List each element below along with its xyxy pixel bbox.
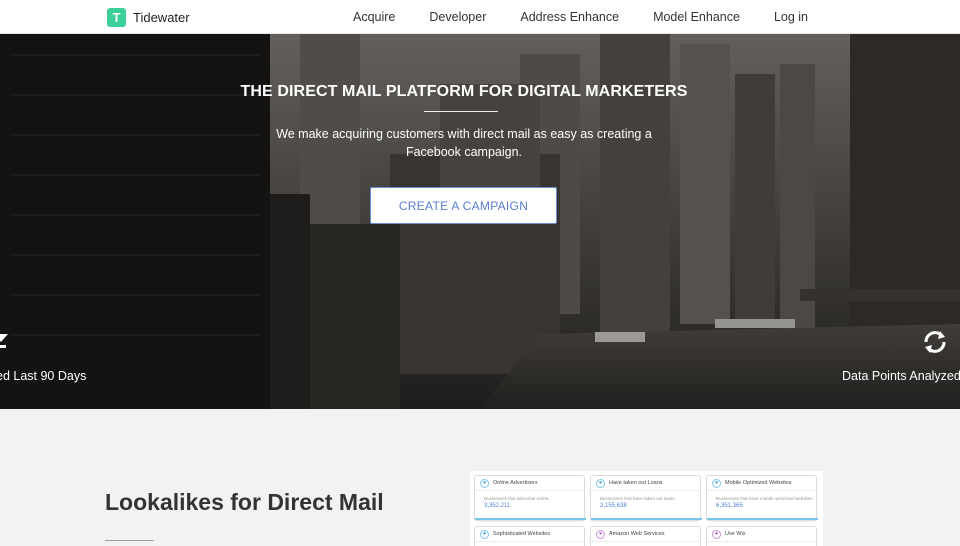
nav-link-log-in[interactable]: Log in (774, 10, 808, 24)
lookalikes-section: Lookalikes for Direct Mail ● Online Adve… (0, 409, 960, 546)
card-title: Have taken out Loans (609, 480, 663, 486)
refresh-icon (924, 331, 946, 353)
hero-subtitle: We make acquiring customers with direct … (276, 127, 652, 159)
hero-title: THE DIRECT MAIL PLATFORM FOR DIGITAL MAR… (240, 83, 688, 100)
hero-divider (424, 111, 498, 112)
upload-icon (0, 334, 8, 348)
audience-cards-preview: ● Online Advertisers Businesses that adv… (470, 471, 823, 546)
card-header: ● Have taken out Loans (591, 476, 700, 491)
brand-logo-icon: T (107, 8, 126, 27)
nav-link-address-enhance[interactable]: Address Enhance (520, 10, 619, 24)
card-accent-bar (591, 518, 702, 520)
stat-left-label: ed Last 90 Days (0, 369, 87, 383)
brand-name: Tidewater (133, 10, 190, 25)
cloud-icon: ● (596, 529, 605, 539)
card-header: ● Online Advertisers (475, 476, 584, 491)
card-title: Online Advertisers (493, 480, 538, 486)
card-header: ● Mobile Optimized Websites (707, 476, 816, 491)
nav-links: Acquire Developer Address Enhance Model … (353, 0, 808, 34)
stat-right-label: Data Points Analyzed I (842, 369, 960, 383)
card-title: Mobile Optimized Websites (725, 480, 792, 486)
audience-card: ● Sophisticated Websites (474, 526, 585, 546)
wix-icon: ● (712, 529, 721, 539)
section-title: Lookalikes for Direct Mail (105, 489, 384, 515)
megaphone-icon: ● (480, 478, 489, 488)
card-value: 3,352,211 (484, 503, 511, 509)
card-description: Businesses that have mobile optimized we… (716, 496, 814, 501)
card-header: ● Amazon Web Services (591, 527, 700, 542)
audience-card: ● Use Wix (706, 526, 817, 546)
nav-link-model-enhance[interactable]: Model Enhance (653, 10, 740, 24)
card-title: Sophisticated Websites (493, 531, 551, 537)
card-value: 6,351,365 (716, 503, 743, 509)
card-description: Businesses that advertise online. (484, 496, 550, 501)
website-icon: ● (480, 529, 489, 539)
top-nav: T Tidewater Acquire Developer Address En… (0, 0, 960, 34)
audience-card: ● Amazon Web Services (590, 526, 701, 546)
section-divider (105, 540, 154, 541)
hero-banner: THE DIRECT MAIL PLATFORM FOR DIGITAL MAR… (0, 34, 960, 409)
card-description: Businesses that have taken out loans. (600, 496, 676, 501)
brand-link[interactable]: T Tidewater (107, 8, 190, 27)
card-header: ● Use Wix (707, 527, 816, 542)
card-header: ● Sophisticated Websites (475, 527, 584, 542)
card-title: Amazon Web Services (609, 531, 665, 537)
nav-link-developer[interactable]: Developer (429, 10, 486, 24)
card-accent-bar (707, 518, 818, 520)
audience-card: ● Online Advertisers Businesses that adv… (474, 475, 586, 521)
create-campaign-button[interactable]: CREATE A CAMPAIGN (370, 187, 557, 224)
card-value: 2,155,638 (600, 503, 627, 509)
mobile-icon: ● (712, 478, 721, 488)
handshake-icon: ● (596, 478, 605, 488)
card-accent-bar (475, 518, 586, 520)
audience-card: ● Mobile Optimized Websites Businesses t… (706, 475, 818, 521)
nav-link-acquire[interactable]: Acquire (353, 10, 395, 24)
card-title: Use Wix (725, 531, 746, 537)
audience-card: ● Have taken out Loans Businesses that h… (590, 475, 702, 521)
